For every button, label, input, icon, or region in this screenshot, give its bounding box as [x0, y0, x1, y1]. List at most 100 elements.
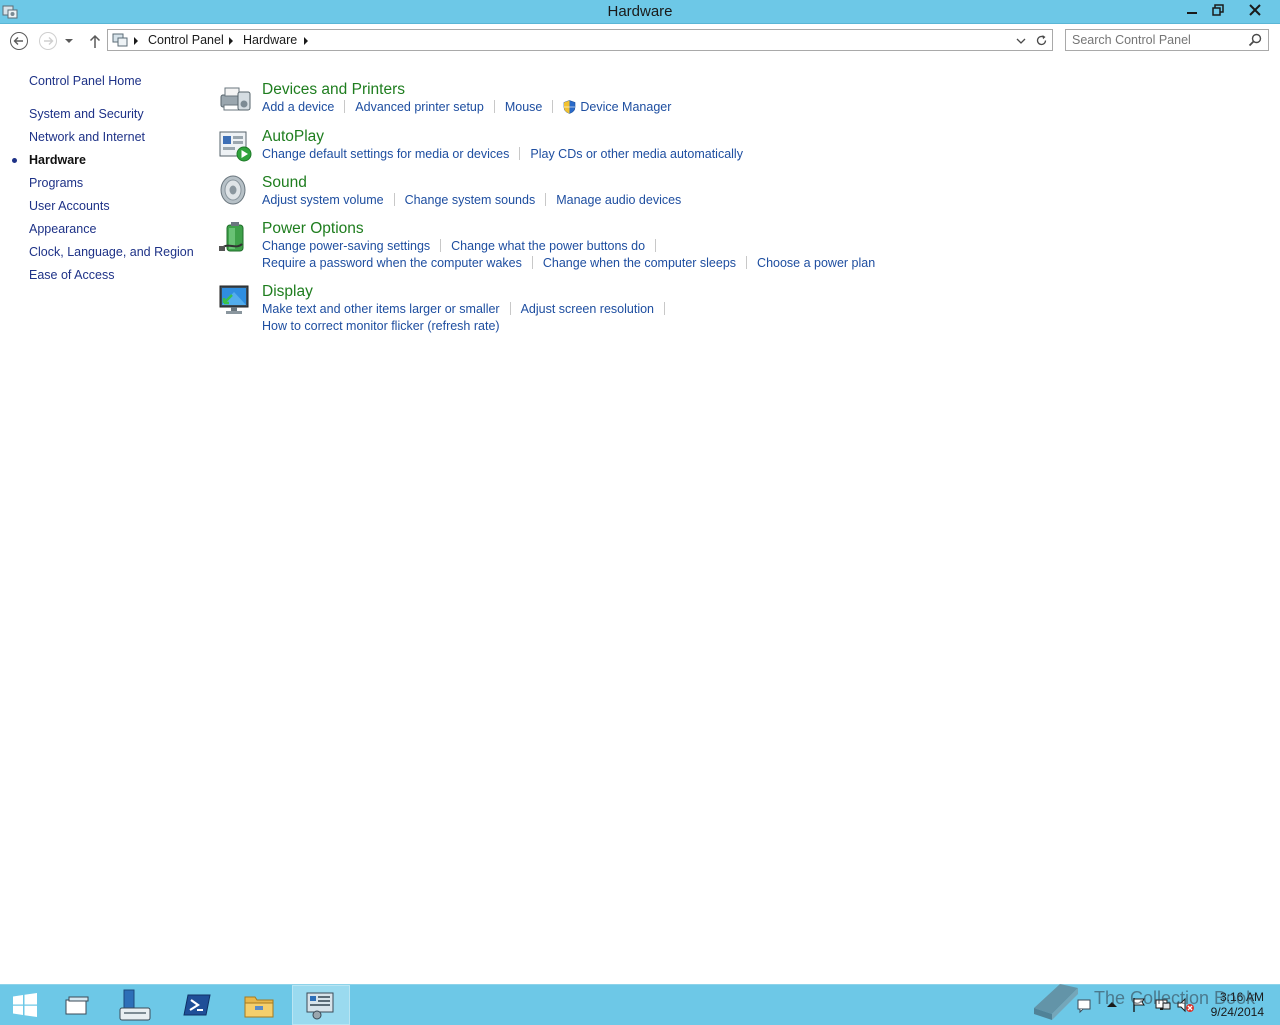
back-arrow-icon [10, 32, 28, 50]
sidebar-item-ease-of-access[interactable]: Ease of Access [29, 268, 114, 282]
link-change-power-saving-settings[interactable]: Change power-saving settings [262, 239, 430, 253]
taskbar-explorer-window-button[interactable] [54, 985, 100, 1025]
category-links: Add a device Advanced printer setup Mouse … [262, 100, 671, 114]
taskbar-file-explorer-button[interactable] [236, 985, 282, 1025]
link-make-text-larger[interactable]: Make text and other items larger or smal… [262, 302, 500, 316]
link-separator [493, 100, 495, 113]
minimize-icon [1186, 12, 1197, 14]
recent-locations-button[interactable] [62, 31, 76, 51]
link-separator [531, 256, 533, 269]
link-separator [552, 100, 554, 113]
forward-arrow-icon [39, 32, 57, 50]
monitor-icon[interactable] [218, 283, 252, 317]
chevron-down-icon[interactable] [1016, 36, 1026, 46]
link-change-system-sounds[interactable]: Change system sounds [405, 193, 536, 207]
speaker-icon[interactable] [218, 174, 252, 208]
link-separator [664, 302, 665, 315]
watermark-text: The Collection Book [1094, 988, 1256, 1008]
start-button[interactable] [2, 985, 48, 1025]
link-separator [344, 100, 346, 113]
category-title-autoplay[interactable]: AutoPlay [262, 128, 324, 146]
refresh-icon[interactable] [1035, 34, 1048, 47]
link-change-when-computer-sleeps[interactable]: Change when the computer sleeps [543, 256, 736, 270]
link-advanced-printer-setup[interactable]: Advanced printer setup [355, 100, 484, 114]
category-links: Change power-saving settings Change what … [262, 239, 666, 253]
close-icon [1249, 4, 1261, 16]
back-button[interactable] [9, 31, 29, 51]
address-bar[interactable]: Control Panel Hardware [107, 29, 1053, 51]
link-change-default-media-settings[interactable]: Change default settings for media or dev… [262, 147, 509, 161]
breadcrumb-control-panel[interactable]: Control Panel [148, 33, 224, 47]
link-adjust-system-volume[interactable]: Adjust system volume [262, 193, 384, 207]
close-button[interactable] [1231, 0, 1279, 20]
breadcrumb-arrow-icon[interactable] [229, 37, 233, 45]
uac-shield-icon [564, 100, 576, 114]
category-links: Require a password when the computer wak… [262, 256, 875, 270]
breadcrumb-arrow-icon[interactable] [134, 37, 138, 45]
link-mouse[interactable]: Mouse [505, 100, 543, 114]
book-logo-icon [1034, 984, 1078, 1020]
category-title-devices-and-printers[interactable]: Devices and Printers [262, 81, 405, 99]
search-box[interactable] [1065, 29, 1269, 51]
control-panel-icon [306, 992, 334, 1020]
breadcrumb-arrow-icon[interactable] [304, 37, 308, 45]
sidebar-item-user-accounts[interactable]: User Accounts [29, 199, 110, 213]
link-choose-power-plan[interactable]: Choose a power plan [757, 256, 875, 270]
sidebar-item-hardware: Hardware [29, 153, 86, 167]
link-separator [519, 147, 521, 160]
up-button[interactable] [85, 31, 105, 51]
restore-button[interactable] [1205, 0, 1231, 20]
link-separator [440, 239, 442, 252]
link-add-a-device[interactable]: Add a device [262, 100, 334, 114]
autoplay-icon[interactable] [218, 128, 252, 162]
category-title-sound[interactable]: Sound [262, 174, 307, 192]
sidebar-item-appearance[interactable]: Appearance [29, 222, 96, 236]
window-icon [65, 996, 89, 1015]
category-links: Adjust system volume Change system sounds… [262, 193, 681, 207]
taskbar-powershell-button[interactable] [174, 985, 220, 1025]
forward-button[interactable] [38, 31, 58, 51]
taskbar-server-manager-button[interactable] [112, 985, 158, 1025]
powershell-icon [183, 994, 211, 1016]
sidebar-item-system-and-security[interactable]: System and Security [29, 107, 144, 121]
up-arrow-icon [89, 34, 101, 48]
link-device-manager[interactable]: Device Manager [580, 100, 671, 114]
battery-icon[interactable] [218, 220, 252, 254]
sidebar-item-network-and-internet[interactable]: Network and Internet [29, 130, 145, 144]
folder-icon [244, 996, 274, 1018]
minimize-button[interactable] [1178, 0, 1205, 20]
category-links: Change default settings for media or dev… [262, 147, 743, 161]
sidebar-item-programs[interactable]: Programs [29, 176, 83, 190]
sidebar-item-control-panel-home[interactable]: Control Panel Home [29, 74, 142, 88]
link-separator [393, 193, 395, 206]
link-play-cds-automatically[interactable]: Play CDs or other media automatically [530, 147, 743, 161]
link-change-power-buttons[interactable]: Change what the power buttons do [451, 239, 645, 253]
title-bar: Hardware [0, 0, 1280, 24]
search-icon[interactable] [1248, 33, 1262, 47]
restore-icon [1212, 4, 1224, 16]
link-separator [545, 193, 547, 206]
category-links: How to correct monitor flicker (refresh … [262, 319, 500, 333]
link-separator [655, 239, 657, 252]
server-manager-icon [119, 989, 151, 1021]
link-adjust-screen-resolution[interactable]: Adjust screen resolution [521, 302, 654, 316]
current-item-bullet [12, 158, 17, 163]
link-correct-monitor-flicker[interactable]: How to correct monitor flicker (refresh … [262, 319, 500, 333]
taskbar-control-panel-button[interactable] [292, 985, 350, 1025]
search-input[interactable] [1072, 32, 1242, 48]
chevron-down-icon [65, 39, 73, 43]
category-links: Make text and other items larger or smal… [262, 302, 675, 316]
link-require-password-on-wake[interactable]: Require a password when the computer wak… [262, 256, 522, 270]
windows-logo-icon [13, 993, 37, 1017]
control-panel-icon [112, 33, 128, 47]
category-title-power-options[interactable]: Power Options [262, 220, 364, 238]
link-separator [746, 256, 748, 269]
breadcrumb-hardware[interactable]: Hardware [243, 33, 297, 47]
sidebar-item-clock-language-region[interactable]: Clock, Language, and Region [29, 245, 194, 259]
watermark: The Collection Book [1030, 976, 1255, 1022]
window-title: Hardware [607, 3, 673, 20]
link-manage-audio-devices[interactable]: Manage audio devices [556, 193, 681, 207]
link-separator [509, 302, 511, 315]
category-title-display[interactable]: Display [262, 283, 313, 301]
devices-printers-icon[interactable] [218, 81, 252, 115]
